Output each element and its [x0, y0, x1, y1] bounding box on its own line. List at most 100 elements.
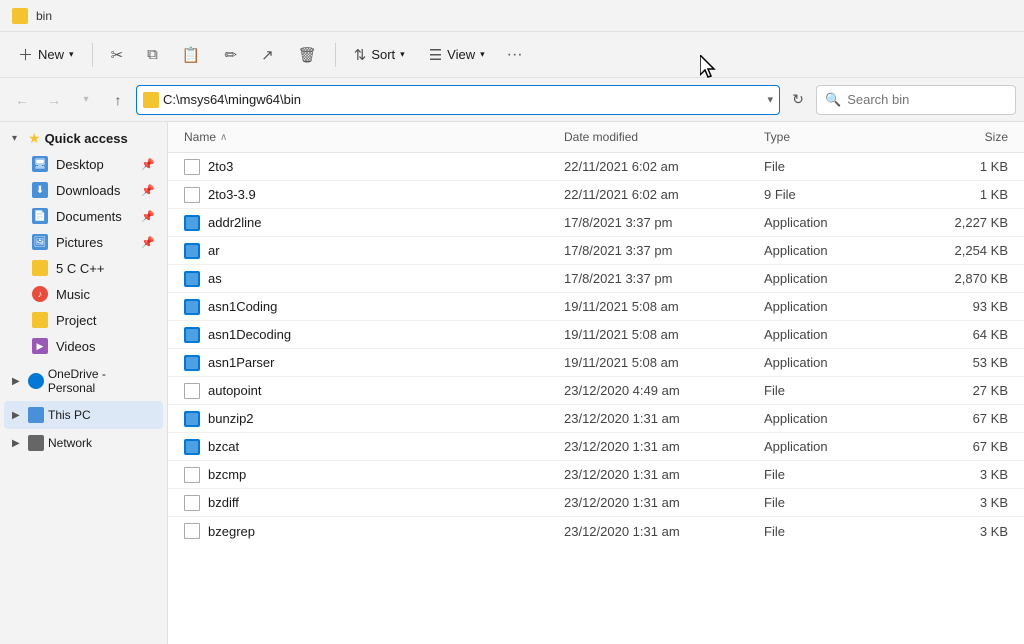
sort-button[interactable]: ⇅ Sort ▾: [344, 41, 415, 69]
desktop-folder-icon: 🖥: [32, 156, 48, 172]
videos-icon-symbol: ▶: [37, 341, 44, 352]
sidebar-section-quick-access: ▾ ★ Quick access 🖥 Desktop 📌 ⬇ Downloads…: [0, 126, 167, 359]
copy-button[interactable]: ⧉: [137, 41, 168, 68]
table-row[interactable]: asn1Parser 19/11/2021 5:08 am Applicatio…: [168, 349, 1024, 377]
file-name-cell: 2to3: [176, 156, 556, 178]
col-date-modified[interactable]: Date modified: [556, 126, 756, 148]
downloads-folder-icon: ⬇: [32, 182, 48, 198]
address-bar-container: ▾: [136, 85, 780, 115]
forward-button[interactable]: →: [40, 86, 68, 114]
address-input[interactable]: [163, 92, 763, 107]
pictures-icon-symbol: 🖼: [34, 237, 47, 248]
search-box: 🔍: [816, 85, 1016, 115]
file-name: asn1Parser: [208, 355, 274, 370]
file-date: 19/11/2021 5:08 am: [556, 324, 756, 345]
file-size: 2,870 KB: [916, 268, 1016, 289]
star-icon: ★: [28, 130, 41, 147]
file-date: 22/11/2021 6:02 am: [556, 184, 756, 205]
sidebar-item-pictures[interactable]: 🖼 Pictures 📌: [4, 229, 163, 255]
file-size: 53 KB: [916, 352, 1016, 373]
col-size[interactable]: Size: [916, 126, 1016, 148]
sidebar-item-downloads[interactable]: ⬇ Downloads 📌: [4, 177, 163, 203]
pin-icon-downloads: 📌: [141, 184, 155, 197]
table-row[interactable]: asn1Coding 19/11/2021 5:08 am Applicatio…: [168, 293, 1024, 321]
sidebar-item-music[interactable]: ♪ Music: [4, 281, 163, 307]
title-bar-title: bin: [36, 9, 52, 23]
quick-access-header[interactable]: ▾ ★ Quick access: [4, 126, 163, 151]
desktop-icon-symbol: 🖥: [34, 159, 47, 170]
up-button[interactable]: ↑: [104, 86, 132, 114]
network-expand-icon: ▶: [12, 438, 24, 449]
documents-label: Documents: [56, 209, 133, 224]
table-row[interactable]: addr2line 17/8/2021 3:37 pm Application …: [168, 209, 1024, 237]
file-name: bzcat: [208, 439, 239, 454]
onedrive-header[interactable]: ▶ OneDrive - Personal: [4, 361, 163, 401]
toolbar: ＋ New ▾ ✂ ⧉ 📋 ✏ ↗ 🗑 ⇅ Sort ▾ ☰ View ▾ ··…: [0, 32, 1024, 78]
app-file-icon: [184, 215, 200, 231]
onedrive-label: OneDrive - Personal: [48, 367, 155, 395]
thispc-header[interactable]: ▶ This PC: [4, 401, 163, 429]
view-button[interactable]: ☰ View ▾: [419, 41, 495, 69]
recent-button[interactable]: ▾: [72, 86, 100, 114]
expand-icon: ▾: [12, 133, 24, 144]
col-type[interactable]: Type: [756, 126, 916, 148]
cut-button[interactable]: ✂: [101, 41, 134, 69]
file-size: 67 KB: [916, 436, 1016, 457]
share-button[interactable]: ↗: [251, 41, 284, 69]
sidebar-item-videos[interactable]: ▶ Videos: [4, 333, 163, 359]
back-button[interactable]: ←: [8, 86, 36, 114]
refresh-button[interactable]: ↻: [784, 86, 812, 114]
view-button-label: View: [447, 47, 475, 62]
table-row[interactable]: autopoint 23/12/2020 4:49 am File 27 KB: [168, 377, 1024, 405]
search-icon: 🔍: [825, 92, 841, 108]
sidebar-item-documents[interactable]: 📄 Documents 📌: [4, 203, 163, 229]
network-label: Network: [48, 436, 92, 450]
address-bar-row: ← → ▾ ↑ ▾ ↻ 🔍: [0, 78, 1024, 122]
file-date: 17/8/2021 3:37 pm: [556, 212, 756, 233]
music-icon-symbol: ♪: [38, 289, 43, 299]
col-type-label: Type: [764, 130, 790, 144]
table-row[interactable]: ar 17/8/2021 3:37 pm Application 2,254 K…: [168, 237, 1024, 265]
table-row[interactable]: bzcmp 23/12/2020 1:31 am File 3 KB: [168, 461, 1024, 489]
sidebar-item-5cc[interactable]: 5 C C++: [4, 255, 163, 281]
table-row[interactable]: bzcat 23/12/2020 1:31 am Application 67 …: [168, 433, 1024, 461]
table-row[interactable]: 2to3 22/11/2021 6:02 am File 1 KB: [168, 153, 1024, 181]
file-size: 2,227 KB: [916, 212, 1016, 233]
more-button[interactable]: ···: [499, 41, 531, 69]
file-date: 23/12/2020 1:31 am: [556, 492, 756, 513]
network-header[interactable]: ▶ Network: [4, 429, 163, 457]
file-list: Name ∧ Date modified Type Size 2to3 22/1…: [168, 122, 1024, 644]
search-input[interactable]: [847, 92, 987, 107]
table-row[interactable]: bunzip2 23/12/2020 1:31 am Application 6…: [168, 405, 1024, 433]
col-name[interactable]: Name ∧: [176, 126, 556, 148]
file-name-cell: asn1Coding: [176, 296, 556, 318]
onedrive-expand-icon: ▶: [12, 376, 24, 387]
file-name-cell: bunzip2: [176, 408, 556, 430]
rename-button[interactable]: ✏: [215, 41, 248, 69]
table-row[interactable]: 2to3-3.9 22/11/2021 6:02 am 9 File 1 KB: [168, 181, 1024, 209]
address-chevron-icon[interactable]: ▾: [767, 93, 773, 106]
videos-folder-icon: ▶: [32, 338, 48, 354]
main-layout: ▾ ★ Quick access 🖥 Desktop 📌 ⬇ Downloads…: [0, 122, 1024, 644]
paste-icon: 📋: [182, 46, 201, 64]
5cc-label: 5 C C++: [56, 261, 155, 276]
file-date: 19/11/2021 5:08 am: [556, 296, 756, 317]
sidebar-item-desktop[interactable]: 🖥 Desktop 📌: [4, 151, 163, 177]
file-type: 9 File: [756, 184, 916, 205]
file-name: bzdiff: [208, 495, 239, 510]
new-chevron-icon: ▾: [69, 49, 74, 60]
table-row[interactable]: bzegrep 23/12/2020 1:31 am File 3 KB: [168, 517, 1024, 545]
documents-folder-icon: 📄: [32, 208, 48, 224]
col-date-label: Date modified: [564, 130, 638, 144]
delete-button[interactable]: 🗑: [288, 41, 327, 69]
new-button[interactable]: ＋ New ▾: [8, 39, 84, 70]
plain-file-icon: [184, 523, 200, 539]
paste-button[interactable]: 📋: [172, 41, 211, 69]
app-file-icon: [184, 327, 200, 343]
table-row[interactable]: bzdiff 23/12/2020 1:31 am File 3 KB: [168, 489, 1024, 517]
view-icon: ☰: [429, 46, 442, 64]
sidebar-item-project[interactable]: Project: [4, 307, 163, 333]
pictures-label: Pictures: [56, 235, 133, 250]
table-row[interactable]: asn1Decoding 19/11/2021 5:08 am Applicat…: [168, 321, 1024, 349]
table-row[interactable]: as 17/8/2021 3:37 pm Application 2,870 K…: [168, 265, 1024, 293]
